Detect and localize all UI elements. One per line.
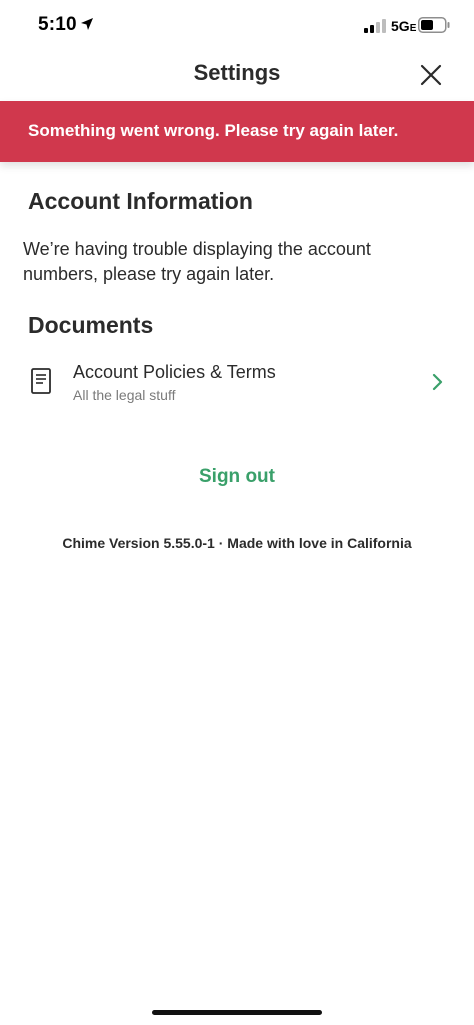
home-indicator[interactable] [152,1010,322,1015]
header: Settings [0,52,474,100]
network-suffix: E [409,23,417,34]
close-icon [420,64,442,86]
sign-out-button[interactable]: Sign out [0,466,474,488]
error-message: Something went wrong. Please try again l… [28,121,399,140]
close-button[interactable] [414,58,448,92]
error-banner: Something went wrong. Please try again l… [0,101,474,162]
network-label: 5GE [391,18,416,34]
settings-screen: 5:10 5GE Settings Something went wrong. [0,0,474,1025]
document-subtitle: All the legal stuff [73,387,176,403]
chevron-right-icon [432,373,443,391]
page-title: Settings [193,60,281,85]
version-text: Chime Version 5.55.0-1 · Made with love … [62,535,412,551]
document-icon [31,368,51,394]
documents-heading: Documents [28,312,154,338]
signal-bars-icon [364,19,386,33]
network-type: 5G [391,18,410,34]
status-time: 5:10 [38,14,77,35]
status-bar: 5:10 5GE [0,0,474,52]
location-arrow-icon [81,18,93,30]
account-information-message: We’re having trouble displaying the acco… [23,239,371,284]
battery-icon [418,17,450,33]
document-row-account-policies[interactable]: Account Policies & Terms All the legal s… [0,355,474,411]
account-information-heading: Account Information [28,188,253,214]
document-title: Account Policies & Terms [73,362,276,382]
